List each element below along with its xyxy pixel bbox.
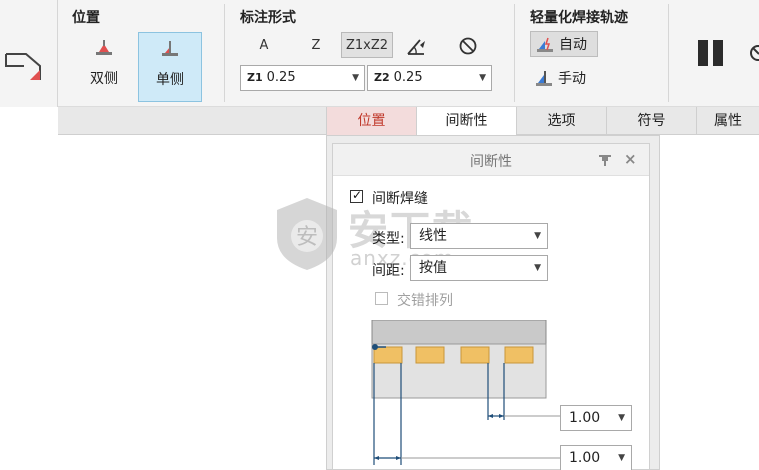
both-sides-label: 双侧 <box>90 71 118 87</box>
chevron-down-icon: ▼ <box>479 73 486 83</box>
gap-value-dropdown[interactable]: 1.00 ▼ <box>560 405 632 431</box>
pitch-value: 按值 <box>419 260 447 276</box>
prohibited-icon[interactable] <box>458 36 478 56</box>
tab-position[interactable]: 位置 <box>326 107 416 135</box>
weld-symbol-icon[interactable] <box>4 44 50 88</box>
weld-segment <box>460 346 490 364</box>
length-value-dropdown[interactable]: 1.00 ▼ <box>560 445 632 470</box>
auto-trajectory-label: 自动 <box>559 37 587 53</box>
weld-segment <box>373 346 403 364</box>
z2-prefix: Z2 <box>374 71 390 84</box>
dimension-group-title: 标注形式 <box>240 10 296 26</box>
mode-z1xz2-button[interactable]: Z1xZ2 <box>341 32 393 58</box>
chevron-down-icon: ▼ <box>618 413 625 423</box>
auto-weld-icon <box>537 37 553 52</box>
single-side-label: 单侧 <box>156 72 184 88</box>
manual-trajectory-button[interactable]: 手动 <box>530 66 598 92</box>
chevron-down-icon: ▼ <box>534 263 541 273</box>
chevron-down-icon: ▼ <box>352 73 359 83</box>
weld-tool-strip <box>0 0 58 107</box>
z2-value-combo[interactable]: Z2 0.25 ▼ <box>367 65 492 91</box>
pitch-dropdown[interactable]: 按值 ▼ <box>410 255 548 281</box>
separator <box>668 4 669 102</box>
chevron-down-icon: ▼ <box>618 453 625 463</box>
weld-segment <box>415 346 445 364</box>
manual-trajectory-label: 手动 <box>558 71 586 87</box>
close-icon[interactable]: × <box>624 150 637 168</box>
pitch-label: 间距: <box>372 263 405 279</box>
mode-a-button[interactable]: A <box>248 33 280 59</box>
weld-segment <box>504 346 534 364</box>
type-value: 线性 <box>419 228 447 244</box>
single-side-button[interactable]: 单侧 <box>138 32 202 102</box>
length-value: 1.00 <box>569 450 601 466</box>
tab-symbol[interactable]: 符号 <box>606 107 696 135</box>
both-sides-weld-icon <box>96 40 112 55</box>
stagger-label: 交错排列 <box>397 293 453 309</box>
both-sides-button[interactable]: 双侧 <box>72 32 136 100</box>
pause-icon[interactable] <box>696 40 726 68</box>
chevron-down-icon: ▼ <box>534 231 541 241</box>
tab-properties[interactable]: 属性 <box>696 107 759 135</box>
manual-weld-icon <box>536 71 552 86</box>
mode-z-button[interactable]: Z <box>300 33 332 59</box>
auto-trajectory-button[interactable]: 自动 <box>530 31 598 57</box>
gap-value: 1.00 <box>569 410 601 426</box>
angle-dimension-icon[interactable] <box>406 35 428 57</box>
z1-value-combo[interactable]: Z1 0.25 ▼ <box>240 65 365 91</box>
z2-value: 0.25 <box>393 70 423 85</box>
placement-group-title: 位置 <box>72 10 100 26</box>
z1-value: 0.25 <box>266 70 296 85</box>
cancel-icon[interactable] <box>745 40 759 66</box>
type-dropdown[interactable]: 线性 ▼ <box>410 223 548 249</box>
tab-options[interactable]: 选项 <box>516 107 606 135</box>
watermark-shield-icon: 安 <box>277 198 337 270</box>
z1-prefix: Z1 <box>247 71 263 84</box>
stagger-checkbox <box>375 292 388 305</box>
separator <box>224 4 225 102</box>
svg-text:安: 安 <box>296 225 318 250</box>
pin-icon[interactable] <box>598 153 612 167</box>
type-label: 类型: <box>372 231 405 247</box>
tab-intermittent[interactable]: 间断性 <box>416 107 516 135</box>
trajectory-group-title: 轻量化焊接轨迹 <box>530 10 628 26</box>
single-side-weld-icon <box>162 41 178 56</box>
separator <box>514 4 515 102</box>
